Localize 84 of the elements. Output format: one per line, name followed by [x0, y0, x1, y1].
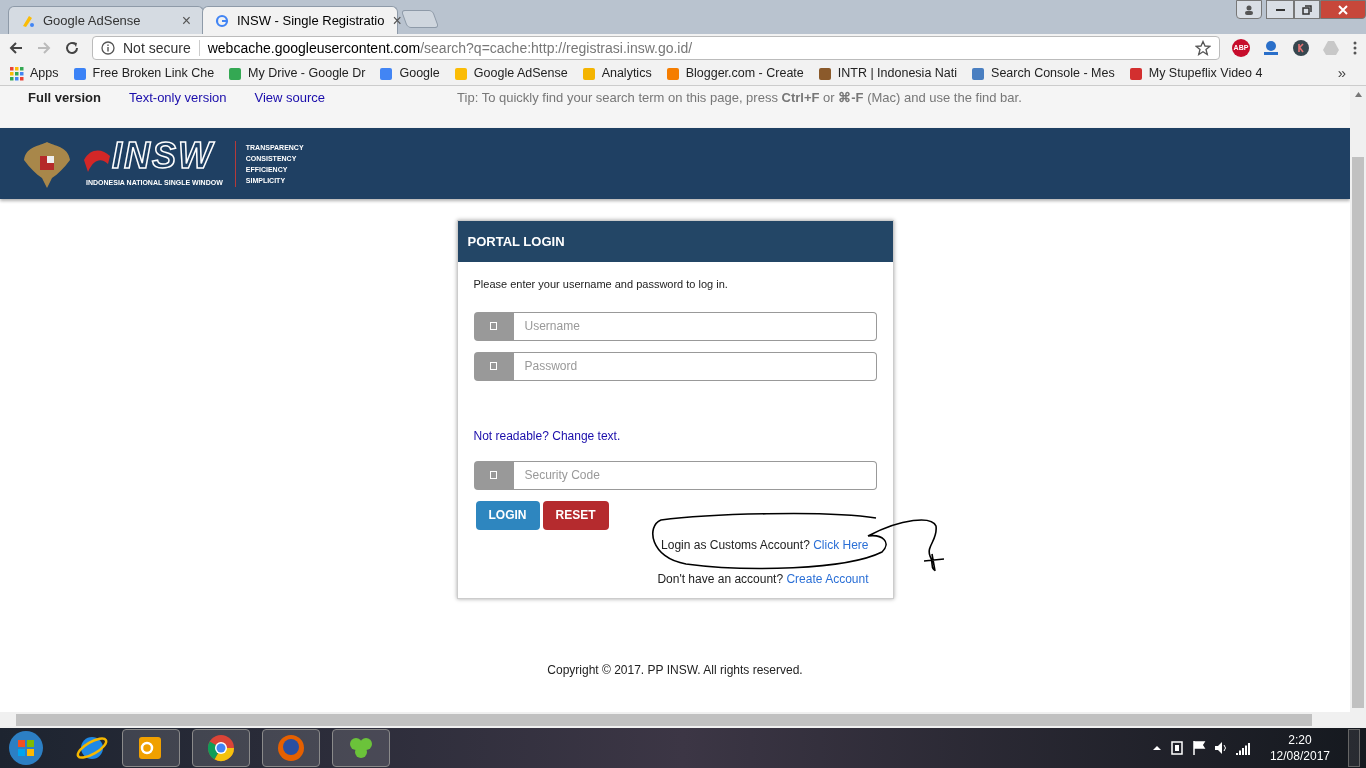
adsense-icon: [21, 13, 35, 28]
google-icon: [215, 13, 229, 28]
signal-bars-icon: [1235, 741, 1252, 755]
bookmark-item[interactable]: INTR | Indonesia Nati: [817, 64, 958, 83]
change-captcha-link[interactable]: Not readable? Change text.: [473, 426, 621, 445]
bookmark-favicon-icon: [665, 66, 680, 81]
profile-button[interactable]: [1236, 0, 1262, 19]
search-tip-text: Tip: To quickly find your search term on this page, press Ctrl+F or ⌘-F (Mac) and use the find bar.: [457, 89, 1022, 107]
restore-icon: [1302, 4, 1312, 15]
copyright-text: Copyright © 2017. PP INSW. All rights reserved.: [547, 661, 803, 679]
security-code-field[interactable]: Security Code: [513, 460, 877, 490]
bookmark-favicon-icon: [453, 66, 468, 81]
info-icon: [101, 41, 115, 55]
login-instruction: Please enter your username and password to log in.: [473, 277, 729, 292]
card-title: PORTAL LOGIN: [467, 232, 565, 251]
speaker-icon: [1213, 740, 1228, 756]
bookmark-item[interactable]: Google: [379, 64, 440, 83]
cache-view-link[interactable]: View source: [254, 88, 326, 108]
person-icon: [1244, 4, 1254, 15]
clock-time: 2:20: [1288, 732, 1312, 748]
click-here-link[interactable]: Click Here: [813, 537, 869, 552]
create-account-link[interactable]: Create Account: [786, 571, 869, 586]
cache-view-link[interactable]: Text-only version: [128, 88, 227, 108]
restore-button[interactable]: [1294, 0, 1320, 19]
url-text: webcache.googleusercontent.com/search?q=cache:http://registrasi.insw.go.id/: [207, 38, 693, 58]
bookmark-item[interactable]: Search Console - Mes: [971, 64, 1115, 83]
drive-icon: [1322, 39, 1340, 57]
taskbar-app-button[interactable]: [122, 729, 180, 767]
bookmark-favicon-icon: [581, 66, 596, 81]
taskbar-app-button[interactable]: [192, 729, 250, 767]
show-hidden-icons-icon: [1151, 743, 1162, 753]
cache-view-link[interactable]: Full version: [28, 88, 101, 108]
security-label: Not secure: [123, 38, 191, 58]
scroll-up-arrow-icon[interactable]: [1354, 92, 1362, 97]
reload-icon: [64, 40, 80, 56]
apps-grid-icon: [10, 66, 24, 81]
text-field[interactable]: Password: [513, 351, 877, 381]
reset-button[interactable]: RESET: [542, 500, 609, 530]
minimize-button[interactable]: [1266, 0, 1294, 19]
text-field[interactable]: Username: [513, 311, 877, 341]
bookmark-item[interactable]: Apps: [10, 64, 59, 83]
taskbar-app-button[interactable]: [332, 729, 390, 767]
bookmark-item[interactable]: Free Broken Link Che: [72, 64, 215, 83]
bookmark-favicon-icon: [971, 66, 986, 81]
bookmark-favicon-icon: [228, 66, 243, 81]
bookmarks-overflow-button[interactable]: »: [1337, 62, 1346, 85]
tab-title: INSW - Single Registratio: [237, 11, 385, 30]
bookmark-item[interactable]: Blogger.com - Create: [665, 64, 804, 83]
bookmark-favicon-icon: [72, 66, 87, 81]
menu-icon: [1352, 40, 1358, 56]
address-field[interactable]: Not secure webcache.googleusercontent.com/search?q=cache:http://registrasi.insw.go.id/: [92, 36, 1220, 60]
login-button[interactable]: LOGIN: [475, 500, 540, 530]
bookmark-item[interactable]: Analytics: [581, 64, 652, 83]
tab-close-button[interactable]: ×: [181, 8, 191, 33]
chrome-icon: [206, 733, 236, 763]
bookmark-favicon-icon: [379, 66, 394, 81]
field-icon-addon: [473, 351, 514, 381]
signup-text: Don't have an account? Create Account: [657, 570, 869, 588]
extension-icon: [1292, 39, 1310, 57]
firefox-icon: [276, 733, 306, 763]
bookmark-favicon-icon: [1128, 66, 1143, 81]
vertical-scrollbar[interactable]: [1350, 86, 1366, 712]
horizontal-scrollbar[interactable]: [0, 712, 1366, 728]
clock-date: 12/08/2017: [1269, 748, 1330, 764]
tab-title: Google AdSense: [43, 11, 142, 30]
field-icon-addon: [473, 460, 514, 490]
browser-tab[interactable]: Google AdSense ×: [8, 6, 204, 34]
star-icon: [1195, 40, 1211, 56]
back-arrow-icon: [8, 40, 24, 56]
bookmark-item[interactable]: My Stupeflix Video 4: [1128, 64, 1263, 83]
field-icon-addon: [473, 311, 514, 341]
close-window-button[interactable]: [1320, 0, 1366, 19]
show-desktop-button[interactable]: [1348, 729, 1360, 767]
bookmark-item[interactable]: My Drive - Google Dr: [228, 64, 366, 83]
forward-arrow-icon: [36, 40, 52, 56]
bookmark-favicon-icon: [817, 66, 832, 81]
insw-logo-text: INSW: [112, 138, 214, 175]
minimize-icon: [1275, 8, 1285, 11]
extension-icon: [1262, 39, 1280, 57]
close-icon: [1338, 4, 1348, 15]
start-orb-icon: [6, 728, 46, 768]
flag-icon: [1191, 740, 1206, 756]
bookmark-item[interactable]: Google AdSense: [453, 64, 568, 83]
customs-login-text: Login as Customs Account? Click Here: [661, 536, 869, 554]
